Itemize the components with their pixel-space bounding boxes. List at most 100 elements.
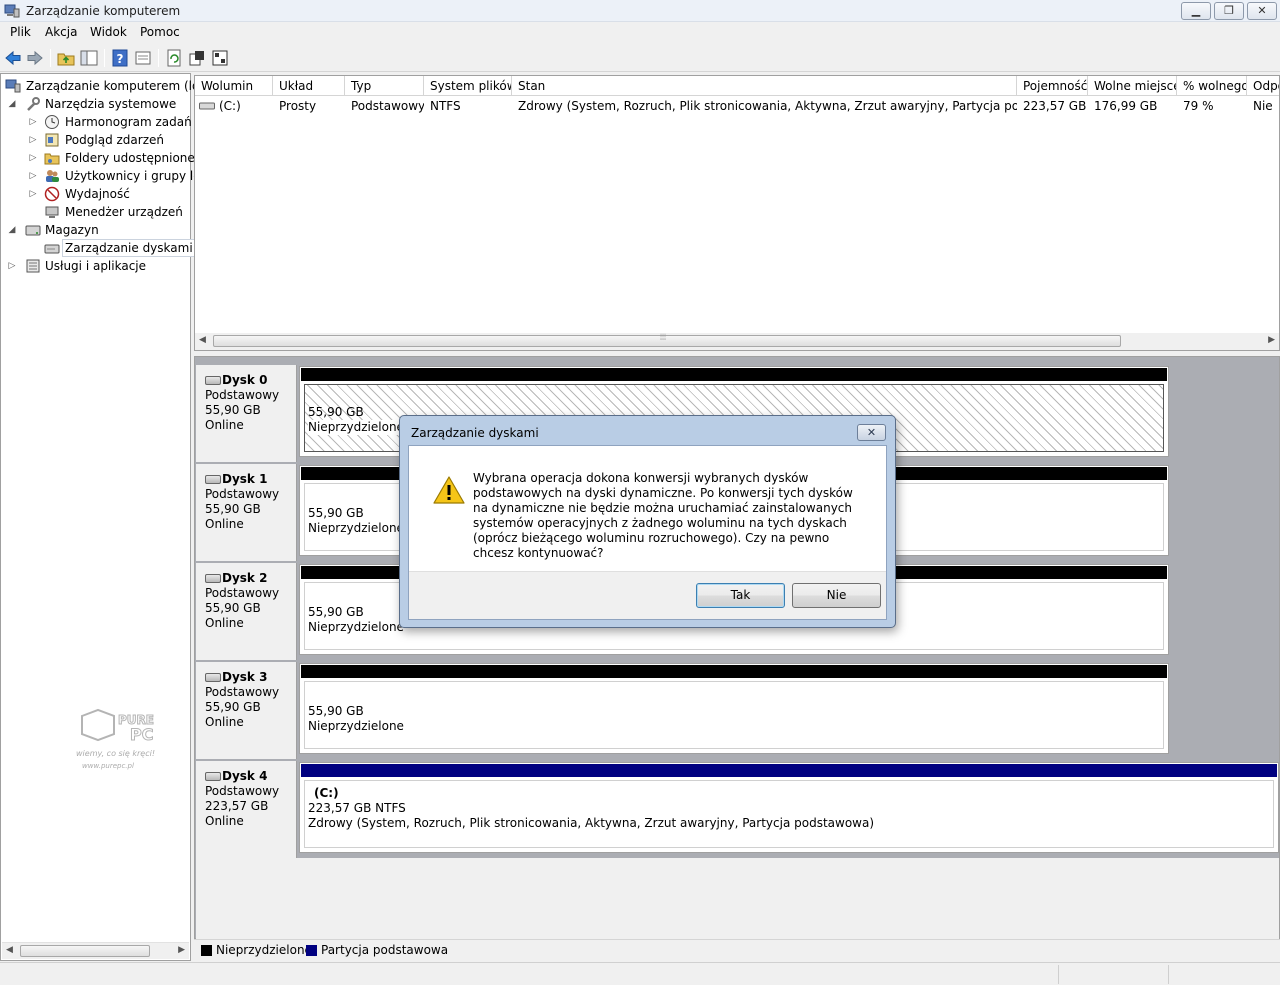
menu-file[interactable]: Plik xyxy=(10,25,31,39)
disk-label[interactable]: Dysk 1 Podstawowy 55,90 GB Online xyxy=(196,464,297,561)
expand-icon[interactable]: ▷ xyxy=(28,185,38,203)
settings-icon[interactable] xyxy=(210,48,230,68)
scroll-left-icon[interactable]: ◀ xyxy=(6,945,13,955)
column-header-capacity[interactable]: Pojemność xyxy=(1017,76,1088,96)
dialog-close-button[interactable]: ✕ xyxy=(857,424,886,441)
disk-icon xyxy=(205,376,221,385)
users-icon xyxy=(46,170,59,182)
tree-label: Harmonogram zadań xyxy=(65,115,192,129)
partition-state: Nieprzydzielone xyxy=(308,719,404,733)
dialog-footer: Tak Nie xyxy=(409,571,886,619)
volume-horizontal-scrollbar[interactable]: ◀ ⦙⦙⦙ ▶ xyxy=(195,333,1279,350)
tree-label: Magazyn xyxy=(45,223,99,237)
refresh-icon[interactable] xyxy=(164,48,184,68)
partition-primary[interactable]: (C:) 223,57 GB NTFS Zdrowy (System, Rozr… xyxy=(299,762,1279,853)
legend-swatch-unallocated xyxy=(201,945,212,956)
tree-label: Menedżer urządzeń xyxy=(65,205,183,219)
tree-horizontal-scrollbar[interactable]: ◀ ▶ xyxy=(2,942,189,959)
disk-status: Online xyxy=(205,517,244,531)
column-header-free-space[interactable]: Wolne miejsce xyxy=(1088,76,1177,96)
no-button[interactable]: Nie xyxy=(792,583,881,608)
dialog-content: Wybrana operacja dokona konwersji wybran… xyxy=(408,445,887,620)
toolbar: ? xyxy=(0,44,1280,72)
partition-size: 223,57 GB NTFS xyxy=(308,801,406,815)
column-header-percent-free[interactable]: % wolnego xyxy=(1177,76,1247,96)
disk-label[interactable]: Dysk 2 Podstawowy 55,90 GB Online xyxy=(196,563,297,660)
cell-capacity: 223,57 GB xyxy=(1023,99,1087,113)
yes-button[interactable]: Tak xyxy=(696,583,785,608)
tree-label: Podgląd zdarzeń xyxy=(65,133,164,147)
column-header-filesystem[interactable]: System plików xyxy=(424,76,512,96)
column-header-type[interactable]: Typ xyxy=(345,76,424,96)
column-header-layout[interactable]: Układ xyxy=(273,76,345,96)
disk-name: Dysk 1 xyxy=(222,472,268,486)
disk-name: Dysk 3 xyxy=(222,670,268,684)
dialog-title: Zarządzanie dyskami xyxy=(411,426,539,440)
disk-label[interactable]: Dysk 4 Podstawowy 223,57 GB Online xyxy=(196,761,297,858)
disk-name: Dysk 0 xyxy=(222,373,268,387)
expand-icon[interactable]: ▷ xyxy=(28,167,38,185)
storage-icon xyxy=(25,225,41,236)
partition-body: 55,90 GB Nieprzydzielone xyxy=(304,681,1164,749)
partition-color-bar xyxy=(301,665,1167,678)
cell-type: Podstawowy xyxy=(351,99,424,113)
legend-unallocated: Nieprzydzielone xyxy=(216,943,312,957)
column-header-status[interactable]: Stan xyxy=(512,76,1017,96)
disk-icon xyxy=(205,574,221,583)
forward-arrow-icon[interactable] xyxy=(25,48,45,68)
help-icon[interactable]: ? xyxy=(110,48,130,68)
tree-scroll-thumb[interactable] xyxy=(20,945,150,957)
menu-view[interactable]: Widok xyxy=(90,25,127,39)
menu-help[interactable]: Pomoc xyxy=(140,25,180,39)
grip-icon: ⦙⦙⦙ xyxy=(660,333,667,343)
disk-status: Online xyxy=(205,715,244,729)
up-folder-icon[interactable] xyxy=(56,48,76,68)
partition-size: 55,90 GB xyxy=(308,704,364,718)
partition-unallocated[interactable]: 55,90 GB Nieprzydzielone xyxy=(299,663,1169,754)
disk-icon xyxy=(205,772,221,781)
cell-volume: (C:) xyxy=(219,99,241,113)
expand-icon[interactable]: ▷ xyxy=(28,113,38,131)
partition-label: (C:) xyxy=(314,786,339,800)
column-header-volume[interactable]: Wolumin xyxy=(195,76,273,96)
scroll-right-icon[interactable]: ▶ xyxy=(178,945,185,955)
disk-label[interactable]: Dysk 3 Podstawowy 55,90 GB Online xyxy=(196,662,297,759)
maximize-button[interactable]: ❐ xyxy=(1214,2,1244,20)
collapse-icon[interactable]: ◢ xyxy=(7,221,17,239)
tree-label: Narzędzia systemowe xyxy=(45,97,177,111)
purepc-watermark: PURE PC wiemy, co się kręci! www.purepc.… xyxy=(76,708,155,770)
disk-status: Online xyxy=(205,418,244,432)
volume-list: Wolumin Układ Typ System plików Stan Poj… xyxy=(194,75,1280,351)
back-arrow-icon[interactable] xyxy=(3,48,23,68)
shared-folder-icon xyxy=(44,153,60,165)
properties-view-icon[interactable] xyxy=(133,48,153,68)
volume-scroll-thumb[interactable]: ⦙⦙⦙ xyxy=(213,333,1121,347)
services-icon xyxy=(26,259,40,273)
maximize-icon: ❐ xyxy=(1224,4,1234,17)
disk-size: 55,90 GB xyxy=(205,502,261,516)
export-icon[interactable] xyxy=(187,48,207,68)
tools-icon xyxy=(27,97,40,111)
svg-text:www.purepc.pl: www.purepc.pl xyxy=(82,762,134,770)
disk-type: Podstawowy xyxy=(205,586,280,600)
expand-icon[interactable]: ▷ xyxy=(28,131,38,149)
close-button[interactable]: ✕ xyxy=(1247,2,1277,20)
scroll-left-icon[interactable]: ◀ xyxy=(199,335,206,345)
disk-label[interactable]: Dysk 0 Podstawowy 55,90 GB Online xyxy=(196,365,297,462)
disk-type: Podstawowy xyxy=(205,487,280,501)
expand-icon[interactable]: ▷ xyxy=(7,257,17,275)
scroll-right-icon[interactable]: ▶ xyxy=(1268,335,1275,345)
expand-icon[interactable]: ▷ xyxy=(28,149,38,167)
close-icon: ✕ xyxy=(1257,4,1267,17)
computer-management-icon xyxy=(4,4,20,18)
disk-size: 55,90 GB xyxy=(205,700,261,714)
show-hide-tree-icon[interactable] xyxy=(79,48,99,68)
minimize-button[interactable]: ▁ xyxy=(1181,2,1211,20)
disk-name: Dysk 2 xyxy=(222,571,268,585)
collapse-icon[interactable]: ◢ xyxy=(7,95,17,113)
column-header-fault-tolerance[interactable]: Odporność na błędy xyxy=(1247,76,1279,96)
cell-fault-tolerance: Nie xyxy=(1253,99,1273,113)
warning-icon xyxy=(433,476,465,504)
disk-name: Dysk 4 xyxy=(222,769,268,783)
menu-action[interactable]: Akcja xyxy=(45,25,77,39)
